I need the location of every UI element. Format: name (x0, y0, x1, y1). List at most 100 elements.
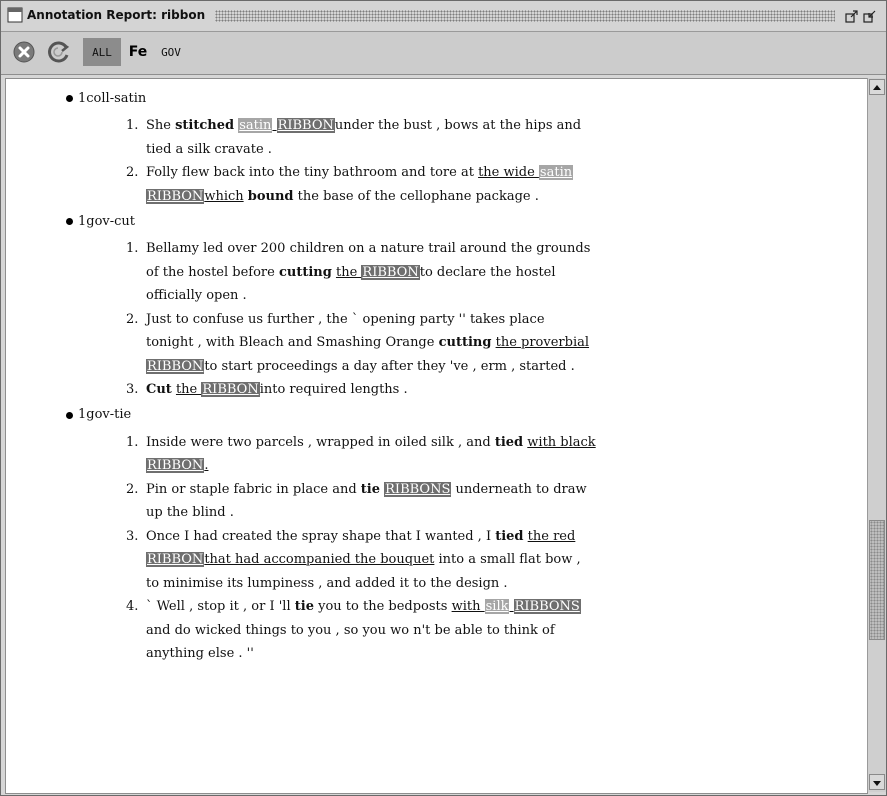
governor-word: stitched (175, 118, 235, 133)
governor-word: tied (494, 434, 524, 450)
window-title: Annotation Report: ribbon (27, 8, 206, 22)
target-word: RIBBON (146, 188, 205, 204)
report-body: 1coll-satin 1. She stitched satin RIBBON… (6, 85, 846, 666)
sense-group: 1gov-tie 1. Inside were two parcels , wr… (6, 404, 846, 666)
governor-word: tied (495, 528, 524, 544)
minimize-icon[interactable] (845, 9, 859, 23)
frame-element: the (335, 264, 362, 280)
annotation-report-window: Annotation Report: ribbon ALL Fe GOV 1co… (0, 0, 887, 796)
frame-element: the proverbial (495, 335, 590, 350)
frame-element: with black (527, 434, 596, 450)
sentence-number: 4. (126, 599, 139, 614)
text-segment (509, 599, 513, 614)
gov-label: GOV (161, 45, 181, 59)
governor-word: cutting (438, 335, 492, 350)
sentence-item: 2. Folly flew back into the tiny bathroo… (126, 161, 596, 208)
text-segment: Folly flew back into the tiny bathroom a… (146, 165, 479, 180)
text-segment: into required lengths . (259, 382, 408, 397)
window-icon (7, 7, 23, 23)
sentence-number: 1. (126, 241, 139, 256)
text-segment: . (204, 458, 209, 473)
refresh-button[interactable] (45, 38, 73, 66)
frame-element: that had accompanied the bouquet (204, 552, 435, 567)
governor-word: tie (294, 599, 314, 614)
frame-element: the wide (478, 165, 539, 180)
text-segment: and do wicked things to you , so you wo … (146, 622, 555, 662)
sentence-item: 3. Cut the RIBBONinto required lengths . (126, 378, 596, 402)
all-label: ALL (92, 45, 112, 59)
text-segment (272, 118, 276, 133)
frame-element: with (451, 599, 485, 614)
fe-toggle-button[interactable]: Fe (125, 38, 151, 66)
governor-word: Cut (146, 382, 172, 397)
sentence-item: 2. Pin or staple fabric in place and tie… (126, 478, 596, 525)
target-word: RIBBON (201, 382, 260, 397)
sentence-item: 4. ` Well , stop it , or I 'll tie you t… (126, 595, 596, 666)
sentence-item: 2. Just to confuse us further , the ` op… (126, 308, 596, 379)
governor-word: tie (360, 481, 380, 497)
sentence-item: 1. She stitched satin RIBBONunder the bu… (126, 114, 596, 161)
all-toggle-button[interactable]: ALL (83, 38, 121, 66)
sentence-number: 3. (126, 382, 139, 397)
report-content[interactable]: 1coll-satin 1. She stitched satin RIBBON… (5, 78, 868, 794)
governor-word: bound (247, 188, 294, 204)
text-segment: Once I had created the spray shape that … (146, 528, 496, 544)
target-word: RIBBON (146, 358, 205, 374)
target-word: RIBBON (146, 458, 205, 473)
sense-name: 1gov-tie (78, 407, 132, 423)
sentence-number: 2. (126, 311, 139, 327)
frame-element: satin (538, 165, 574, 180)
sense-heading: 1gov-cut (66, 210, 846, 233)
fe-label: Fe (128, 44, 148, 60)
sentence-number: 1. (126, 118, 139, 133)
close-circle-icon (13, 41, 35, 63)
bullet-icon (66, 411, 73, 419)
sense-heading: 1coll-satin (66, 87, 846, 110)
bullet-icon (66, 218, 73, 225)
arrow-up-icon (873, 85, 881, 90)
target-word: RIBBON (361, 264, 420, 280)
text-segment: Pin or staple fabric in place and (146, 481, 361, 497)
frame-element: the red (527, 528, 576, 544)
frame-element: the (175, 382, 202, 397)
gov-toggle-button[interactable]: GOV (155, 38, 187, 66)
scroll-up-button[interactable] (869, 79, 885, 95)
toolbar: ALL Fe GOV (1, 32, 886, 75)
frame-element: silk (484, 599, 510, 614)
scroll-down-button[interactable] (869, 774, 885, 790)
sentence-item: 1. Inside were two parcels , wrapped in … (126, 431, 596, 478)
title-grip (215, 10, 835, 22)
sense-heading: 1gov-tie (66, 404, 846, 427)
vertical-scrollbar[interactable] (867, 78, 886, 792)
sense-group: 1coll-satin 1. She stitched satin RIBBON… (6, 87, 846, 208)
bullet-icon (66, 95, 73, 102)
sentence-number: 2. (126, 481, 139, 497)
sentence-item: 3. Once I had created the spray shape th… (126, 525, 596, 596)
sentence-list: 1. She stitched satin RIBBONunder the bu… (6, 114, 846, 208)
sentence-list: 1. Bellamy led over 200 children on a na… (6, 237, 846, 402)
sentence-item: 1. Bellamy led over 200 children on a na… (126, 237, 596, 308)
governor-word: cutting (278, 264, 332, 280)
sentence-number: 1. (126, 434, 139, 450)
text-segment: you to the bedposts (313, 599, 452, 614)
text-segment: the base of the cellophane package . (293, 188, 539, 204)
sentence-number: 2. (126, 165, 139, 180)
target-word: RIBBONS (513, 599, 581, 614)
text-segment: ` Well , stop it , or I 'll (146, 599, 295, 614)
arrow-down-icon (873, 781, 881, 786)
target-word: RIBBON (146, 552, 205, 567)
close-button[interactable] (11, 38, 37, 66)
sense-name: 1gov-cut (78, 213, 136, 229)
sentence-list: 1. Inside were two parcels , wrapped in … (6, 431, 846, 666)
sentence-number: 3. (126, 528, 139, 544)
scroll-thumb[interactable] (869, 520, 885, 640)
text-segment: to start proceedings a day after they 'v… (204, 358, 575, 374)
text-segment: She (146, 118, 176, 133)
frame-element: which (204, 188, 244, 204)
title-bar[interactable]: Annotation Report: ribbon (1, 1, 886, 32)
text-segment: Inside were two parcels , wrapped in oil… (146, 434, 495, 450)
sense-group: 1gov-cut 1. Bellamy led over 200 childre… (6, 210, 846, 402)
undock-icon[interactable] (863, 9, 877, 23)
sense-name: 1coll-satin (78, 90, 147, 106)
refresh-icon (48, 41, 70, 63)
